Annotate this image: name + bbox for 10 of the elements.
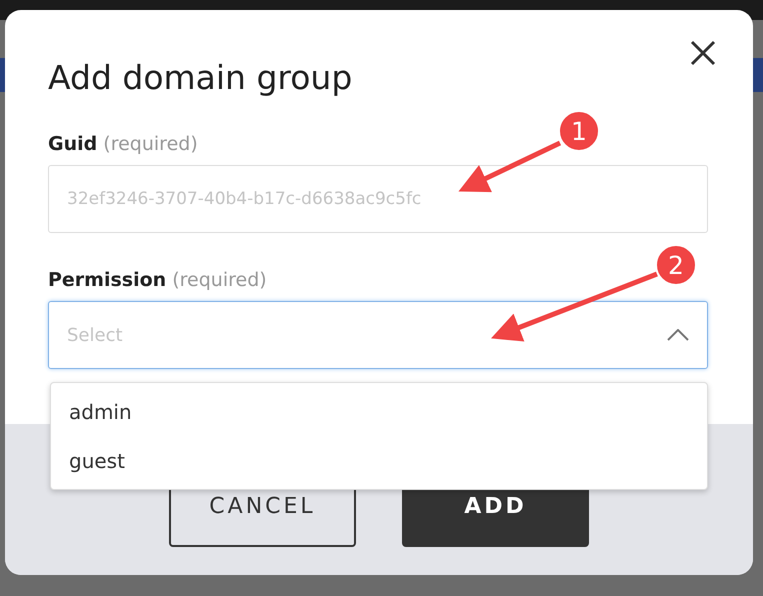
field-label: Permission (required) (48, 269, 268, 291)
annotation-marker: 2 (655, 244, 697, 286)
dropdown-option[interactable]: guest (51, 436, 707, 485)
close-icon[interactable] (690, 40, 716, 66)
chevron-icon (667, 329, 689, 341)
annotation-marker: 1 (558, 110, 600, 152)
dialog-title: Add domain group (48, 58, 354, 97)
guid-input[interactable]: 32ef3246-3707-40b4-b17c-d6638ac9c5fc (48, 165, 708, 233)
field-label: Guid (required) (48, 133, 199, 155)
dropdown-option[interactable]: admin (51, 387, 707, 436)
